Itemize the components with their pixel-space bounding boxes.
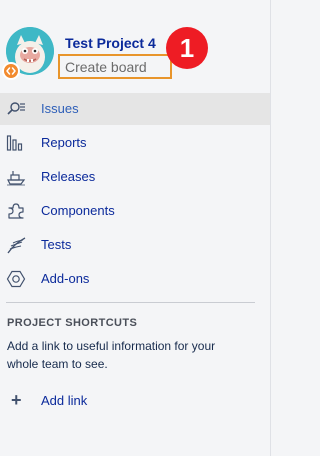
releases-icon	[6, 168, 26, 186]
sidebar-item-label: Releases	[41, 169, 96, 184]
sidebar-divider	[6, 302, 255, 303]
sidebar-item-label: Components	[41, 203, 115, 218]
sidebar-item-label: Add-ons	[41, 271, 90, 286]
sidebar-item-add-ons[interactable]: Add-ons	[0, 263, 270, 295]
code-badge-icon	[2, 62, 20, 80]
sidebar-item-components[interactable]: Components	[0, 195, 270, 227]
add-link-button[interactable]: + Add link	[0, 386, 270, 414]
tests-icon	[6, 236, 26, 254]
project-sidebar: Test Project 4 Create board 1 Issues Rep…	[0, 0, 271, 456]
sidebar-item-label: Tests	[41, 237, 72, 252]
project-name-link[interactable]: Test Project 4	[65, 35, 156, 51]
components-icon	[6, 202, 26, 220]
project-header: Test Project 4 Create board 1	[0, 0, 270, 92]
sidebar-item-label: Issues	[41, 101, 79, 116]
create-board-button[interactable]: Create board	[58, 54, 172, 79]
sidebar-item-tests[interactable]: Tests	[0, 229, 270, 261]
add-ons-icon	[6, 270, 26, 288]
add-link-label: Add link	[41, 393, 88, 408]
plus-icon: +	[11, 390, 22, 410]
issues-icon	[6, 100, 26, 118]
sidebar-item-reports[interactable]: Reports	[0, 127, 270, 159]
step-number-badge: 1	[166, 27, 208, 69]
sidebar-item-issues[interactable]: Issues	[0, 93, 270, 125]
project-shortcuts-description: Add a link to useful information for you…	[7, 339, 216, 371]
reports-icon	[6, 134, 26, 152]
sidebar-item-label: Reports	[41, 135, 87, 150]
project-shortcuts-heading: PROJECT SHORTCUTS	[7, 317, 138, 329]
sidebar-item-releases[interactable]: Releases	[0, 161, 270, 193]
